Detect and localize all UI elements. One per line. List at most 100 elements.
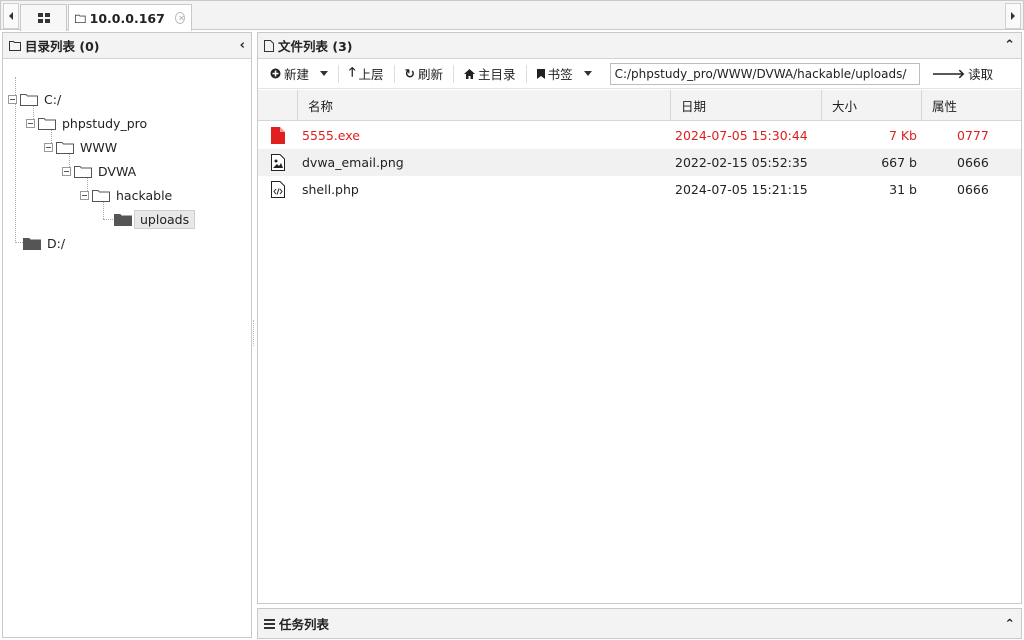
task-panel-title: 任务列表 (279, 617, 330, 632)
tab-scroll-left-button[interactable] (3, 3, 19, 29)
file-icon (264, 39, 274, 52)
arrow-left-icon (9, 12, 13, 20)
tree-node-hackable[interactable]: hackable (80, 185, 172, 205)
image-file-icon (258, 154, 298, 171)
home-dir-button[interactable]: 主目录 (458, 63, 522, 85)
caret-down-icon (583, 71, 592, 76)
file-date: 2024-07-05 15:30:44 (675, 128, 808, 143)
column-header-size[interactable]: 大小 (822, 90, 922, 121)
list-icon (264, 618, 275, 629)
chevron-up-icon[interactable]: ⌃ (1004, 38, 1015, 53)
arrow-right-icon: 🡒 (931, 65, 966, 81)
column-header-date[interactable]: 日期 (671, 90, 822, 121)
task-panel-header[interactable]: 任务列表 ⌃ (257, 608, 1022, 639)
chevron-up-icon[interactable]: ⌃ (1005, 616, 1015, 631)
file-size: 7 Kb (888, 128, 917, 143)
tab-scroll-right-button[interactable] (1005, 3, 1021, 29)
bookmark-icon (536, 68, 545, 79)
column-header-name[interactable]: 名称 (298, 90, 671, 121)
code-file-icon (258, 181, 298, 198)
refresh-icon: ↻ (404, 66, 416, 81)
close-icon[interactable] (174, 12, 185, 24)
image-file-icon (271, 154, 285, 171)
file-grid-rows: 5555.exe 2024-07-05 15:30:44 7 Kb 0777 d… (258, 122, 1021, 203)
collapse-icon[interactable] (26, 118, 35, 128)
refresh-label: 刷新 (418, 67, 444, 82)
file-panel-title: 文件列表 (3) (278, 39, 353, 54)
folder-icon (114, 213, 132, 226)
tree-node-label: C:/ (44, 91, 62, 107)
tree-node-dvwa[interactable]: DVWA (62, 161, 136, 181)
home-icon (464, 68, 476, 79)
table-row[interactable]: dvwa_email.png 2022-02-15 05:52:35 667 b… (258, 149, 1021, 176)
tree-node-label: D:/ (47, 235, 66, 251)
tree-node-www[interactable]: WWW (44, 137, 117, 157)
tab-home[interactable] (20, 4, 67, 31)
tree-node-uploads[interactable]: uploads (114, 209, 196, 229)
collapse-icon[interactable] (62, 166, 71, 176)
file-size: 31 b (889, 182, 917, 197)
tree-node-label: DVWA (98, 163, 137, 179)
column-header-attributes[interactable]: 属性 (922, 90, 1021, 121)
file-attributes: 0666 (957, 182, 989, 197)
directory-panel-title: 目录列表 (0) (25, 39, 100, 54)
bookmark-label: 书签 (547, 67, 573, 82)
new-button-label: 新建 (284, 67, 310, 82)
tree-node-c[interactable]: C:/ (8, 89, 61, 109)
toolbar-divider (453, 64, 455, 83)
column-header-icon (258, 90, 298, 121)
file-grid-header: 名称 日期 大小 属性 (258, 90, 1021, 121)
tree-node-label: WWW (80, 139, 118, 155)
table-row[interactable]: shell.php 2024-07-05 15:21:15 31 b 0666 (258, 176, 1021, 203)
toolbar-divider (393, 64, 395, 83)
read-button[interactable]: 🡒 读取 (926, 63, 1000, 85)
folder-open-icon (38, 117, 56, 130)
folder-open-icon (74, 165, 92, 178)
tree-node-phpstudy-pro[interactable]: phpstudy_pro (26, 113, 147, 133)
file-name: dvwa_email.png (302, 155, 404, 170)
file-name: 5555.exe (302, 128, 360, 143)
code-file-icon (271, 181, 285, 198)
arrow-right-icon (1011, 12, 1015, 20)
file-panel: 文件列表 (3) ⌃ 新建 🡑 上层 ↻ 刷新 主目录 书签 C:/phpstu… (257, 32, 1022, 604)
arrow-up-icon: 🡑 (349, 64, 356, 79)
toolbar-divider (338, 64, 340, 83)
tab-title: 10.0.0.167 (89, 10, 165, 26)
collapse-icon[interactable] (44, 142, 53, 152)
file-panel-header: 文件列表 (3) ⌃ (258, 33, 1021, 59)
tab-bar: 10.0.0.167 (0, 0, 1024, 31)
file-attributes: 0666 (957, 155, 989, 170)
folder-icon (9, 40, 21, 51)
refresh-button[interactable]: ↻ 刷新 (399, 63, 450, 85)
file-red-icon (258, 127, 298, 144)
collapse-icon[interactable] (8, 94, 17, 104)
directory-panel-header: 目录列表 (0) ‹ (3, 33, 251, 59)
new-button[interactable]: 新建 (264, 63, 334, 85)
tree-node-label: uploads (134, 209, 196, 229)
tree-node-label: hackable (116, 187, 173, 203)
file-name: shell.php (302, 182, 359, 197)
plus-circle-icon (270, 68, 281, 79)
tab-host[interactable]: 10.0.0.167 (68, 4, 192, 31)
chevron-left-icon[interactable]: ‹ (240, 38, 245, 53)
file-attributes: 0777 (957, 128, 989, 143)
folder-icon (23, 237, 41, 250)
file-size: 667 b (881, 155, 917, 170)
folder-icon (75, 14, 86, 23)
collapse-icon[interactable] (80, 190, 89, 200)
file-toolbar: 新建 🡑 上层 ↻ 刷新 主目录 书签 🡒 读取 (258, 59, 1021, 89)
up-level-button[interactable]: 🡑 上层 (343, 63, 390, 85)
panel-splitter-handle[interactable] (253, 320, 255, 346)
tree-node-d[interactable]: D:/ (23, 233, 65, 253)
grid-icon (37, 13, 50, 23)
folder-open-icon (56, 141, 74, 154)
file-date: 2024-07-05 15:21:15 (675, 182, 808, 197)
caret-down-icon (320, 71, 329, 76)
path-input[interactable] (609, 62, 920, 85)
bookmark-button[interactable]: 书签 (531, 63, 598, 85)
folder-open-icon (20, 93, 38, 106)
file-red-icon (271, 127, 285, 144)
directory-panel: 目录列表 (0) ‹ C:/ phpstudy_pro WWW DVWA hac… (2, 32, 252, 638)
read-label: 读取 (968, 67, 994, 82)
table-row[interactable]: 5555.exe 2024-07-05 15:30:44 7 Kb 0777 (258, 122, 1021, 149)
